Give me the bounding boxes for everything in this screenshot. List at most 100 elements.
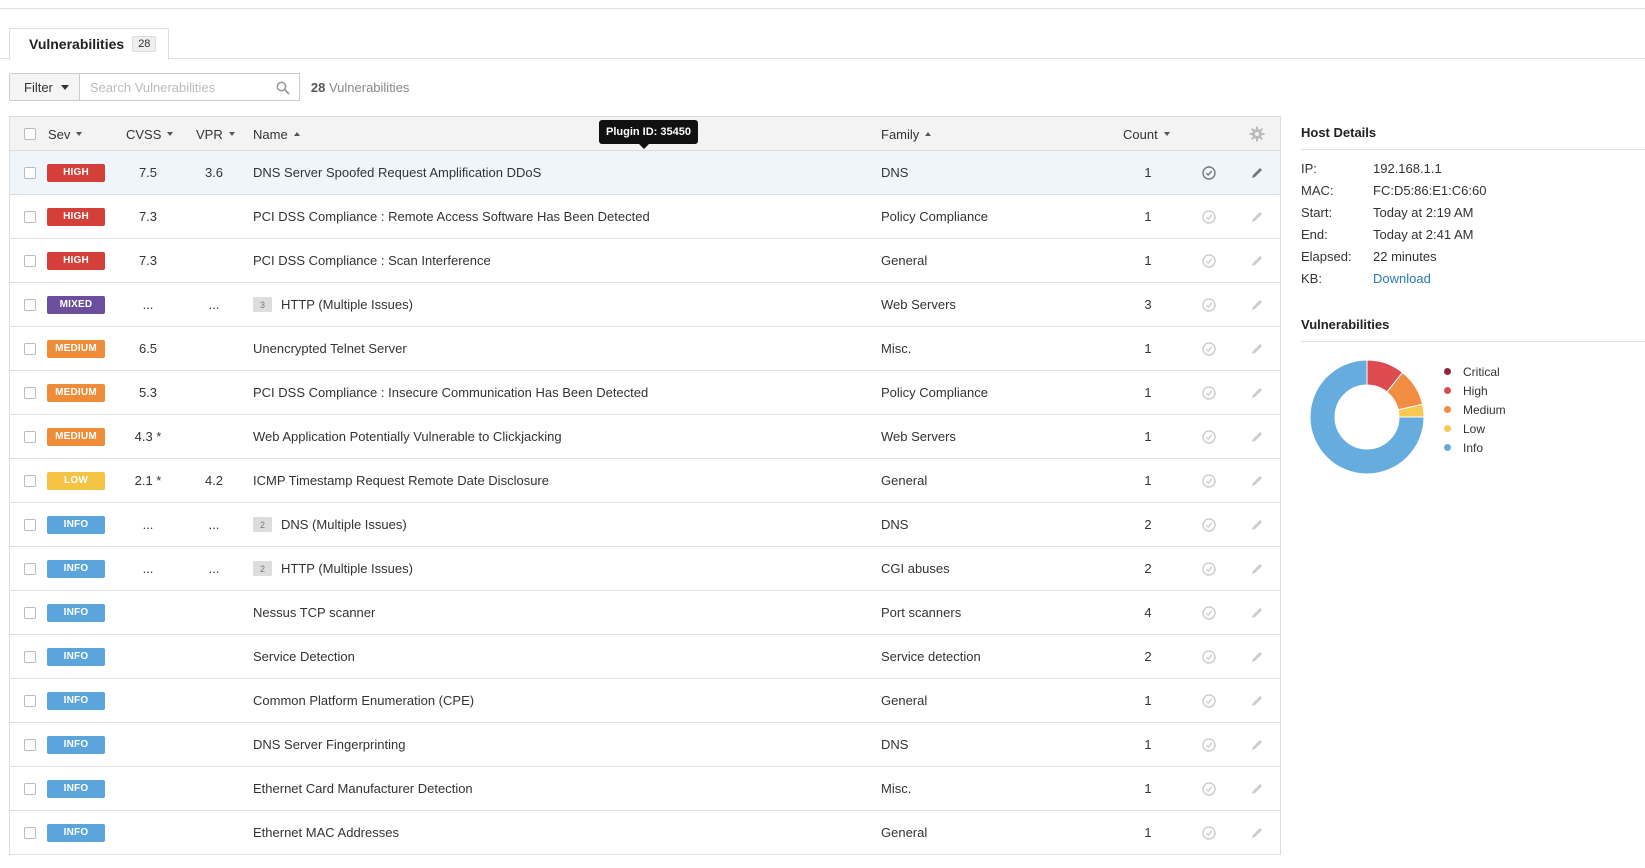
name-cell[interactable]: 3 HTTP (Multiple Issues) [253, 283, 413, 326]
pencil-icon[interactable] [1250, 430, 1264, 444]
checkbox[interactable] [24, 430, 36, 443]
resolve-button[interactable] [1202, 679, 1216, 722]
edit-button[interactable] [1250, 811, 1264, 854]
name-cell[interactable]: DNS Server Fingerprinting [253, 723, 405, 766]
name-cell[interactable]: Unencrypted Telnet Server [253, 327, 407, 370]
pencil-icon[interactable] [1250, 210, 1264, 224]
row-checkbox[interactable] [24, 679, 36, 722]
name-cell[interactable]: Nessus TCP scanner [253, 591, 375, 634]
header-count[interactable]: Count [1123, 117, 1170, 151]
resolve-button[interactable] [1202, 459, 1216, 502]
name-cell[interactable]: DNS Server Spoofed Request Amplification… [253, 151, 541, 194]
checkbox[interactable] [24, 166, 36, 179]
table-row[interactable]: HIGH 7.3 PCI DSS Compliance : Remote Acces… [10, 195, 1280, 239]
row-checkbox[interactable] [24, 591, 36, 634]
check-circle-icon[interactable] [1202, 649, 1216, 664]
resolve-button[interactable] [1202, 195, 1216, 238]
gear-icon[interactable] [1249, 126, 1265, 142]
table-row[interactable]: INFO...... 2 DNS (Multiple Issues) DNS 2 [10, 503, 1280, 547]
pencil-icon[interactable] [1250, 254, 1264, 268]
check-circle-icon[interactable] [1202, 165, 1216, 180]
header-cvss[interactable]: CVSS [126, 117, 174, 151]
table-row[interactable]: INFO Service Detection Service detection 2 [10, 635, 1280, 679]
resolve-button[interactable] [1202, 327, 1216, 370]
edit-button[interactable] [1250, 679, 1264, 722]
table-row[interactable]: HIGH 7.3 PCI DSS Compliance : Scan Interfe… [10, 239, 1280, 283]
check-circle-icon[interactable] [1202, 473, 1216, 488]
resolve-button[interactable] [1202, 151, 1216, 194]
checkbox[interactable] [24, 474, 36, 487]
pencil-icon[interactable] [1250, 606, 1264, 620]
pencil-icon[interactable] [1250, 738, 1264, 752]
name-cell[interactable]: PCI DSS Compliance : Insecure Communicat… [253, 371, 648, 414]
check-circle-icon[interactable] [1202, 429, 1216, 444]
pencil-icon[interactable] [1250, 298, 1264, 312]
checkbox[interactable] [24, 606, 36, 619]
edit-button[interactable] [1250, 547, 1264, 590]
row-checkbox[interactable] [24, 239, 36, 282]
pencil-icon[interactable] [1250, 782, 1264, 796]
check-circle-icon[interactable] [1202, 561, 1216, 576]
header-vpr[interactable]: VPR [196, 117, 235, 151]
edit-button[interactable] [1250, 239, 1264, 282]
check-circle-icon[interactable] [1202, 341, 1216, 356]
resolve-button[interactable] [1202, 371, 1216, 414]
check-circle-icon[interactable] [1202, 737, 1216, 752]
row-checkbox[interactable] [24, 635, 36, 678]
check-circle-icon[interactable] [1202, 253, 1216, 268]
row-checkbox[interactable] [24, 371, 36, 414]
search-icon[interactable] [276, 81, 290, 95]
check-circle-icon[interactable] [1202, 605, 1216, 620]
checkbox[interactable] [24, 518, 36, 531]
name-cell[interactable]: PCI DSS Compliance : Scan Interference [253, 239, 491, 282]
table-row[interactable]: INFO...... 2 HTTP (Multiple Issues) CGI abu… [10, 547, 1280, 591]
name-cell[interactable]: 2 DNS (Multiple Issues) [253, 503, 407, 546]
resolve-button[interactable] [1202, 767, 1216, 810]
filter-button[interactable]: Filter [9, 73, 80, 101]
row-checkbox[interactable] [24, 151, 36, 194]
row-checkbox[interactable] [24, 283, 36, 326]
resolve-button[interactable] [1202, 415, 1216, 458]
edit-button[interactable] [1250, 151, 1264, 194]
search-input[interactable] [79, 74, 299, 100]
name-cell[interactable]: PCI DSS Compliance : Remote Access Softw… [253, 195, 650, 238]
name-cell[interactable]: ICMP Timestamp Request Remote Date Discl… [253, 459, 549, 502]
edit-button[interactable] [1250, 283, 1264, 326]
pencil-icon[interactable] [1250, 826, 1264, 840]
pencil-icon[interactable] [1250, 386, 1264, 400]
header-name[interactable]: Name [253, 117, 300, 151]
pencil-icon[interactable] [1250, 650, 1264, 664]
select-all-checkbox[interactable] [24, 117, 36, 151]
name-cell[interactable]: Ethernet Card Manufacturer Detection [253, 767, 473, 810]
edit-button[interactable] [1250, 195, 1264, 238]
row-checkbox[interactable] [24, 195, 36, 238]
row-checkbox[interactable] [24, 415, 36, 458]
table-row[interactable]: INFO Ethernet Card Manufacturer Detection… [10, 767, 1280, 811]
checkbox[interactable] [24, 342, 36, 355]
row-checkbox[interactable] [24, 503, 36, 546]
row-checkbox[interactable] [24, 459, 36, 502]
table-row[interactable]: MIXED...... 3 HTTP (Multiple Issues) Web Se… [10, 283, 1280, 327]
table-row[interactable]: INFO Ethernet MAC Addresses General 1 [10, 811, 1280, 855]
pencil-icon[interactable] [1250, 562, 1264, 576]
pencil-icon[interactable] [1250, 342, 1264, 356]
row-checkbox[interactable] [24, 723, 36, 766]
checkbox[interactable] [24, 650, 36, 663]
resolve-button[interactable] [1202, 811, 1216, 854]
resolve-button[interactable] [1202, 283, 1216, 326]
tab-vulnerabilities[interactable]: Vulnerabilities 28 [9, 28, 170, 60]
table-row[interactable]: MEDIUM 6.5 Unencrypted Telnet Server Misc. 1 [10, 327, 1280, 371]
pencil-icon[interactable] [1250, 166, 1264, 180]
edit-button[interactable] [1250, 591, 1264, 634]
name-cell[interactable]: 2 HTTP (Multiple Issues) [253, 547, 413, 590]
kb-download-link[interactable]: Download [1373, 271, 1431, 286]
table-row[interactable]: INFO Nessus TCP scanner Port scanners 4 [10, 591, 1280, 635]
checkbox[interactable] [24, 254, 36, 267]
name-cell[interactable]: Ethernet MAC Addresses [253, 811, 399, 854]
resolve-button[interactable] [1202, 503, 1216, 546]
row-checkbox[interactable] [24, 547, 36, 590]
check-circle-icon[interactable] [1202, 517, 1216, 532]
check-circle-icon[interactable] [1202, 297, 1216, 312]
edit-button[interactable] [1250, 635, 1264, 678]
checkbox[interactable] [24, 298, 36, 311]
